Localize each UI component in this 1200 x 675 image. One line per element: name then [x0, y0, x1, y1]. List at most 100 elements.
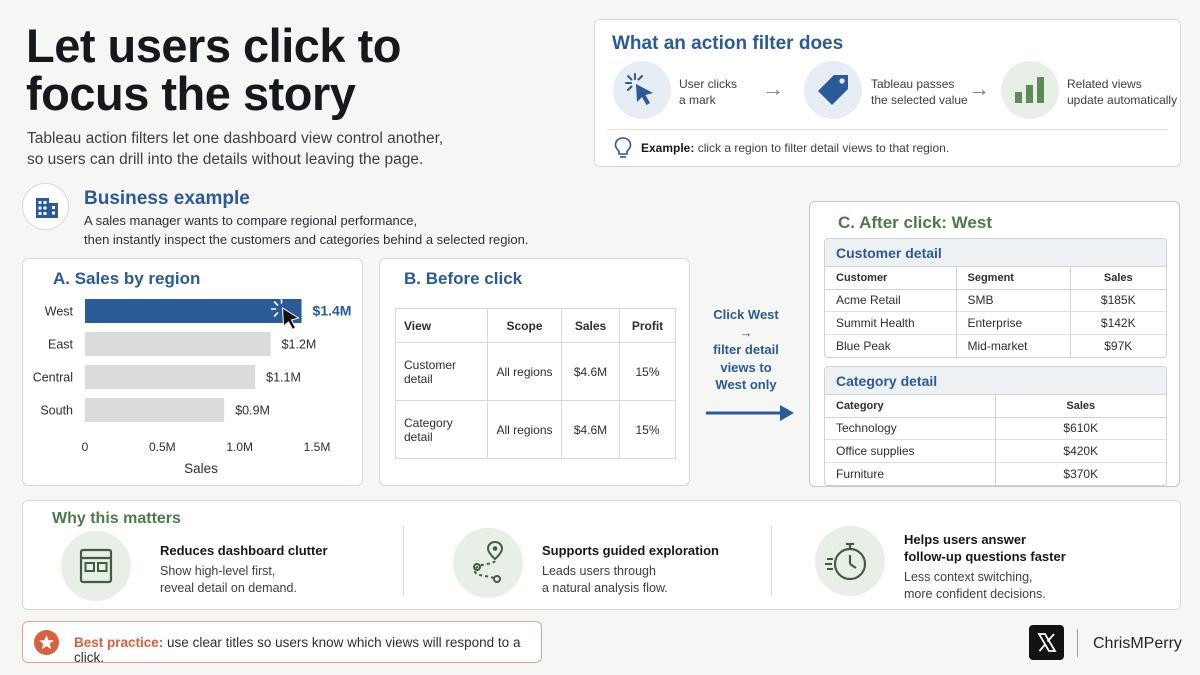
table-cell: Blue Peak — [825, 334, 957, 357]
best-practice-text: Best practice: use clear titles so users… — [74, 635, 521, 665]
column-header: Profit — [619, 308, 676, 343]
divider — [403, 526, 404, 596]
panel-b-title: B. Before click — [404, 269, 523, 288]
action-filter-heading: What an action filter does — [612, 33, 844, 54]
example-text: Example: click a region to filter detail… — [641, 141, 950, 155]
value-label: $1.1M — [266, 371, 301, 385]
table-row: Category detail All regions $4.6M 15% — [395, 400, 676, 459]
why-item-3-text: Less context switching, more confident d… — [904, 570, 1046, 601]
category-label: West — [45, 305, 74, 319]
why-item-2-text: Leads users through a natural analysis f… — [542, 564, 668, 595]
table-row: Summit Health Enterprise $142K — [825, 311, 1166, 335]
lightbulb-icon — [613, 136, 633, 165]
customer-detail-heading: Customer detail — [825, 239, 1166, 267]
x-tick-label: 0 — [82, 440, 89, 454]
table-cell: $370K — [1063, 466, 1099, 481]
why-item-3-title: Helps users answer follow-up questions f… — [904, 532, 1066, 564]
customer-detail-card: Customer detail Customer Segment Sales A… — [824, 238, 1167, 358]
route-pin-icon — [453, 528, 523, 598]
table-row: Office supplies $420K — [825, 439, 1166, 463]
cursor-click-icon — [613, 61, 671, 119]
layout-icon — [61, 531, 131, 601]
title-line-2: focus the story — [26, 67, 356, 120]
why-item-2-title: Supports guided exploration — [542, 543, 719, 558]
table-cell: All regions — [487, 342, 562, 401]
sales-by-region-chart: West $1.4M East $1.2M Central $1.1M South $0.9M… — [33, 298, 352, 476]
step-2-text: Tableau passes the selected value — [871, 77, 968, 107]
bar-chart-icon — [1001, 61, 1059, 119]
customer-detail-table: Customer Segment Sales Acme Retail SMB $… — [825, 267, 1166, 357]
table-cell: Furniture — [825, 462, 996, 485]
table-cell: $420K — [995, 439, 1166, 463]
table-row: Technology $610K — [825, 417, 1166, 440]
table-cell: $4.6M — [561, 400, 620, 459]
tag-icon — [804, 61, 862, 119]
table-cell: SMB — [956, 289, 1071, 312]
arrow-right-icon: → — [762, 76, 784, 101]
page-title: Let users click to focus the story — [26, 19, 402, 120]
table-cell: $185K — [1070, 289, 1166, 312]
value-label: $1.4M — [313, 303, 352, 319]
arrow-right-icon: → — [968, 76, 990, 101]
x-tick-label: 0.5M — [149, 440, 176, 454]
category-detail-heading: Category detail — [825, 367, 1166, 395]
divider — [771, 526, 772, 596]
business-example-heading: Business example — [84, 188, 250, 209]
bar-south — [85, 398, 225, 422]
x-logo-icon[interactable] — [1029, 625, 1064, 660]
building-icon — [22, 183, 69, 230]
x-axis-label: Sales — [184, 461, 218, 476]
column-header: View — [395, 308, 488, 343]
column-header: Sales — [1070, 267, 1166, 290]
category-detail-card: Category detail Category Sales Technolog… — [824, 366, 1167, 486]
category-label: South — [40, 404, 73, 418]
value-label: $1.2M — [282, 338, 317, 352]
divider — [1077, 629, 1078, 657]
table-cell: Customer detail — [395, 342, 488, 401]
page-subtitle: Tableau action filters let one dashboard… — [27, 128, 447, 170]
subtitle-line-2: so users can drill into the details with… — [27, 151, 424, 168]
author-handle[interactable]: ChrisMPerry — [1093, 635, 1182, 653]
table-header-row: Category Sales — [825, 395, 1166, 418]
table-row: Customer detail All regions $4.6M 15% — [395, 342, 676, 401]
table-row: Furniture $370K — [825, 462, 1166, 485]
stopwatch-icon — [815, 526, 885, 596]
table-header-row: Customer Segment Sales — [825, 267, 1166, 290]
bar-east — [85, 332, 271, 356]
table-cell: $4.6M — [561, 342, 620, 401]
title-line-1: Let users click to — [26, 19, 402, 72]
before-click-table: View Scope Sales Profit Customer detail … — [395, 308, 676, 459]
table-cell: $142K — [1070, 311, 1166, 335]
why-item-1-text: Show high-level first, reveal detail on … — [160, 564, 297, 595]
column-header: Segment — [956, 267, 1071, 290]
column-header: Sales — [995, 395, 1166, 418]
table-cell: Acme Retail — [825, 289, 957, 312]
table-cell: Technology — [825, 417, 996, 440]
category-detail-table: Category Sales Technology $610K Office s… — [825, 395, 1166, 485]
table-header-row: View Scope Sales Profit — [395, 308, 676, 343]
step-1-text: User clicks a mark — [679, 77, 738, 107]
column-header: Customer — [825, 267, 957, 290]
bar-west[interactable] — [85, 299, 302, 323]
best-practice-callout: Best practice: use clear titles so users… — [22, 621, 542, 665]
table-cell: 15% — [619, 400, 676, 459]
value-label: $0.9M — [235, 404, 270, 418]
column-header: Sales — [561, 308, 620, 343]
divider — [607, 129, 1168, 130]
arrow-right-icon — [706, 405, 794, 421]
step-3-text: Related views update automatically — [1067, 77, 1178, 107]
category-label: Central — [33, 371, 73, 385]
table-cell: Category detail — [395, 400, 488, 459]
table-cell: 15% — [619, 342, 676, 401]
why-this-matters-card: Why this matters Reduces dashboard clutt… — [22, 500, 1181, 610]
column-header: Scope — [487, 308, 562, 343]
table-cell: All regions — [487, 400, 562, 459]
why-heading: Why this matters — [52, 510, 181, 527]
action-filter-card: What an action filter does User clicks a… — [594, 19, 1181, 167]
panel-before-click: B. Before click View Scope Sales Profit … — [379, 258, 690, 486]
column-header: Category — [825, 395, 996, 418]
category-label: East — [48, 338, 74, 352]
transition-label: Click West → filter detail views to West… — [713, 307, 779, 392]
panel-after-click: C. After click: West Customer detail Cus… — [809, 201, 1180, 487]
x-tick-label: 1.0M — [226, 440, 253, 454]
